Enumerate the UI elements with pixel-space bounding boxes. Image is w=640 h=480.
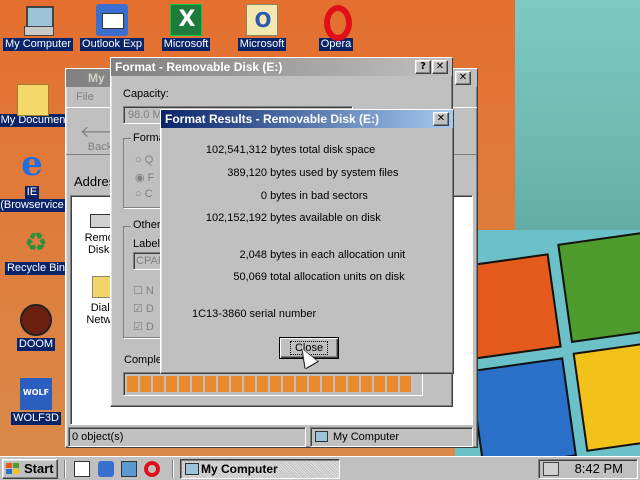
result-row-total: 102,541,312 bytes total disk space (205, 144, 376, 156)
desktop: My Computer Outlook Exp Microsoft Micros… (0, 0, 640, 456)
menu-file[interactable]: File (76, 91, 94, 103)
desktop-icon-recycle-bin[interactable]: Recycle Bin (0, 228, 74, 275)
desktop-icon-outlook[interactable]: Microsoft (224, 4, 300, 51)
progress-segment (244, 376, 255, 392)
desktop-icon-wolf3d[interactable]: WOLF3D (0, 378, 74, 425)
wallpaper-sky (515, 0, 640, 260)
progress-segment (205, 376, 216, 392)
format-titlebar[interactable]: Format - Removable Disk (E:) ? ✕ (111, 58, 452, 76)
windows-logo-icon (6, 463, 20, 475)
close-icon[interactable]: ✕ (433, 112, 449, 126)
disk-label-input[interactable]: CPAR (133, 252, 163, 270)
outlook-express-icon[interactable] (98, 461, 114, 477)
start-button[interactable]: Start (2, 459, 58, 479)
progress-segment (400, 376, 411, 392)
progress-segment (309, 376, 320, 392)
progress-segment (257, 376, 268, 392)
desktop-icon-my-computer[interactable]: My Computer (0, 4, 76, 51)
desktop-icon-opera[interactable]: Opera (298, 4, 374, 51)
excel-icon (170, 4, 203, 36)
result-row-system: 389,120 bytes used by system files (227, 167, 399, 179)
recycle-bin-icon (20, 228, 52, 260)
opera-icon (320, 4, 352, 41)
desktop-icon-excel[interactable]: Microsoft (148, 4, 224, 51)
doom-icon (20, 304, 52, 336)
disk-label-label: Label (133, 238, 160, 250)
progress-segment (348, 376, 359, 392)
progress-segment (322, 376, 333, 392)
tray-scheduler-icon[interactable] (543, 462, 559, 476)
checkbox-no-label[interactable]: ☐ N (133, 284, 154, 297)
system-tray: 8:42 PM (538, 459, 638, 479)
desktop-icon-my-documents[interactable]: My Documen (0, 80, 68, 127)
wallpaper-windows-flag (454, 230, 640, 456)
progress-segment (296, 376, 307, 392)
radio-quick[interactable]: ○ Q (135, 154, 153, 166)
close-icon[interactable]: ✕ (432, 60, 448, 74)
result-row-available: 102,152,192 bytes available on disk (205, 212, 381, 224)
computer-icon (315, 431, 328, 442)
desktop-icon-ie[interactable]: IE (Browservice (0, 144, 68, 212)
desktop-icon-outlook-express[interactable]: Outlook Exp (74, 4, 150, 51)
checkbox-display-summary[interactable]: ☑ D (133, 302, 154, 315)
checkbox-copy-system[interactable]: ☑ D (133, 320, 154, 333)
outlook-express-icon (96, 4, 128, 36)
progress-segment (192, 376, 203, 392)
progress-segment (179, 376, 190, 392)
progress-segment (127, 376, 138, 392)
progress-segment (218, 376, 229, 392)
computer-icon (185, 463, 199, 475)
format-results-titlebar[interactable]: Format Results - Removable Disk (E:) ✕ (161, 110, 453, 128)
close-icon[interactable]: ✕ (455, 71, 471, 85)
progress-segment (387, 376, 398, 392)
progress-segment (283, 376, 294, 392)
wolf3d-icon (20, 378, 52, 410)
outlook-icon (246, 4, 279, 36)
result-row-allocation-unit: 2,048 bytes in each allocation unit (239, 249, 406, 261)
progress-segment (166, 376, 177, 392)
format-progress-bar (123, 372, 423, 396)
progress-fill (127, 376, 419, 392)
progress-segment (153, 376, 164, 392)
clock[interactable]: 8:42 PM (575, 460, 623, 478)
ie-icon (16, 144, 48, 184)
progress-segment (231, 376, 242, 392)
opera-icon[interactable] (144, 461, 160, 477)
result-row-bad-sectors: 0 bytes in bad sectors (260, 190, 368, 202)
other-options-label: Other (131, 219, 163, 231)
capacity-label: Capacity: (123, 88, 169, 100)
progress-segment (270, 376, 281, 392)
result-row-allocation-units: 50,069 total allocation units on disk (233, 271, 405, 283)
radio-full[interactable]: ◉ F (135, 171, 154, 184)
taskbar-separator (172, 460, 174, 478)
complete-label: Complet (124, 354, 165, 366)
desktop-icon-doom[interactable]: DOOM (0, 304, 74, 351)
format-results-dialog[interactable]: Format Results - Removable Disk (E:) ✕ 1… (160, 109, 454, 374)
documents-icon (17, 84, 49, 116)
result-row-serial: 1C13-3860 serial number (192, 308, 317, 320)
show-desktop-icon[interactable] (74, 461, 90, 477)
help-icon[interactable]: ? (415, 60, 431, 74)
status-object-count: 0 object(s) (68, 427, 306, 447)
status-bar: 0 object(s) My Computer (68, 427, 475, 447)
dial-up-networking-icon (92, 276, 112, 298)
computer-icon (22, 4, 54, 36)
taskbar: Start My Computer 8:42 PM (0, 456, 640, 480)
radio-copy[interactable]: ○ C (135, 188, 153, 200)
ie-icon[interactable] (121, 461, 137, 477)
taskbar-separator (64, 460, 66, 478)
progress-segment (361, 376, 372, 392)
taskbar-item-my-computer[interactable]: My Computer (180, 459, 340, 479)
progress-segment (374, 376, 385, 392)
status-location: My Computer (310, 427, 473, 447)
progress-segment (140, 376, 151, 392)
progress-segment (335, 376, 346, 392)
